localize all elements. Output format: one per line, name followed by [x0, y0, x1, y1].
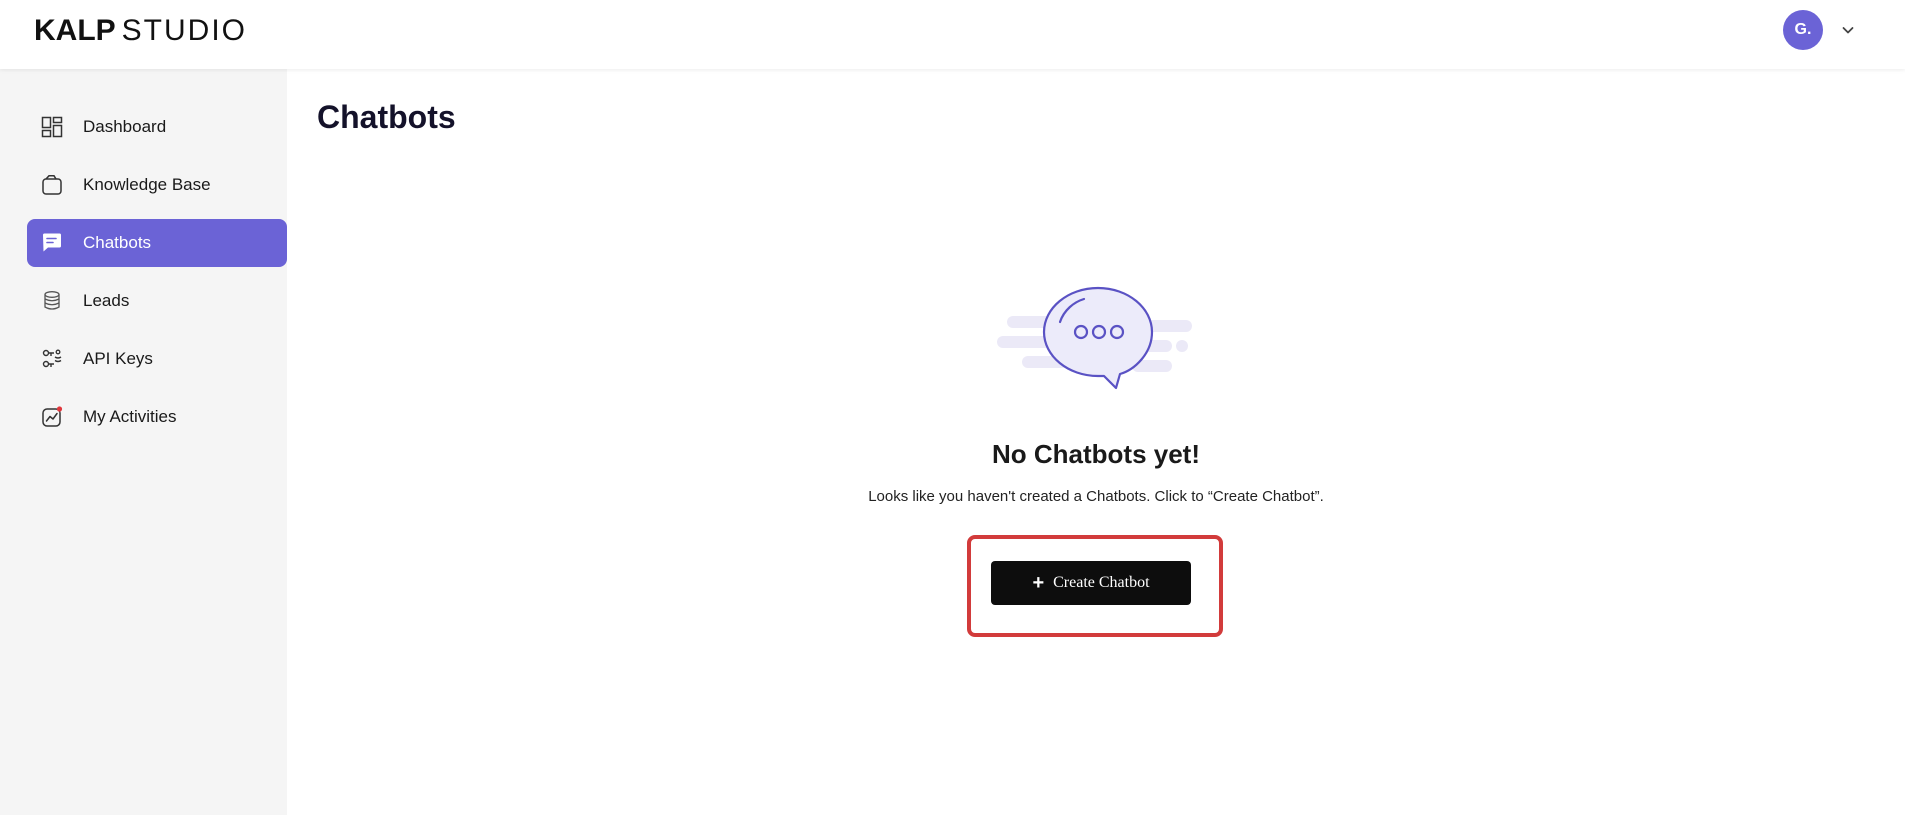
app-logo[interactable]: KALP STUDIO	[34, 14, 247, 48]
sidebar-item-knowledge-base[interactable]: Knowledge Base	[27, 161, 287, 209]
sidebar-item-label: Leads	[83, 291, 130, 310]
database-icon	[44, 291, 60, 310]
sidebar-item-label: Dashboard	[83, 117, 167, 136]
sidebar-item-chatbots[interactable]: Chatbots	[27, 219, 287, 267]
api-keys-icon	[42, 349, 62, 368]
top-bar: KALP STUDIO G.	[0, 0, 1905, 69]
logo-product: STUDIO	[121, 14, 248, 47]
activity-chart-icon	[42, 406, 63, 427]
main-content: Chatbots No Chatbots yet! Looks like you…	[287, 69, 1905, 815]
chevron-down-icon[interactable]	[1840, 22, 1856, 38]
chat-bubble-illustration-icon	[997, 286, 1192, 390]
create-chatbot-button[interactable]: + Create Chatbot	[991, 561, 1191, 605]
sidebar-item-label: Knowledge Base	[83, 175, 211, 194]
empty-state-heading: No Chatbots yet!	[992, 439, 1200, 469]
page-title: Chatbots	[317, 99, 456, 135]
dashboard-icon	[41, 116, 63, 138]
sidebar-item-label: Chatbots	[83, 233, 152, 252]
sidebar-item-label: API Keys	[83, 349, 153, 368]
sidebar-item-dashboard[interactable]: Dashboard	[27, 103, 287, 151]
plus-icon: +	[1032, 572, 1045, 594]
sidebar-item-leads[interactable]: Leads	[27, 277, 287, 325]
knowledge-base-icon	[42, 175, 62, 195]
logo-brand: KALP	[34, 14, 116, 47]
empty-state-description: Looks like you haven't created a Chatbot…	[868, 488, 1324, 505]
sidebar-item-api-keys[interactable]: API Keys	[27, 335, 287, 383]
sidebar: Dashboard Knowledge Base Chatbots Leads	[0, 69, 287, 815]
sidebar-item-label: My Activities	[83, 407, 177, 426]
sidebar-item-my-activities[interactable]: My Activities	[27, 393, 287, 441]
chat-icon	[43, 233, 61, 252]
create-chatbot-label: Create Chatbot	[1053, 574, 1150, 591]
avatar[interactable]: G.	[1783, 10, 1823, 50]
